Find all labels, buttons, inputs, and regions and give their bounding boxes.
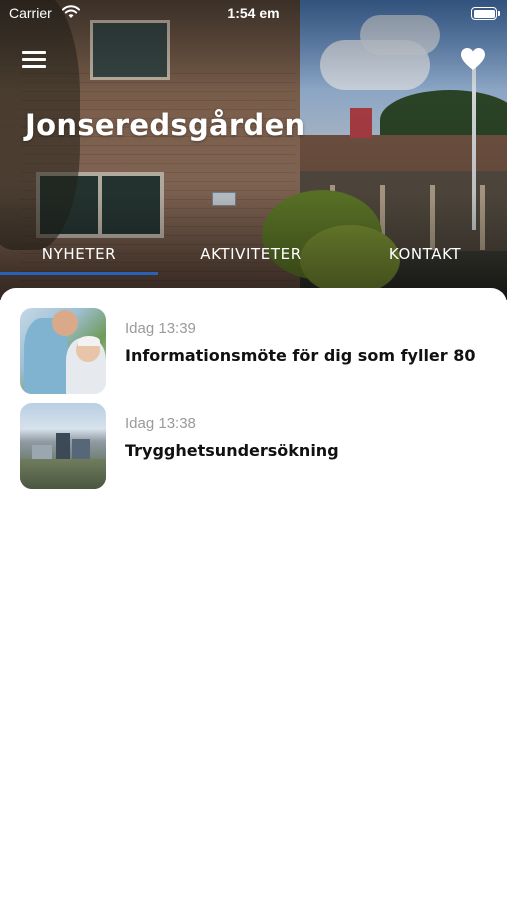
- news-item[interactable]: Idag 13:39 Informationsmöte för dig som …: [20, 308, 490, 396]
- building-shape: [56, 433, 70, 459]
- news-thumbnail: [20, 403, 106, 489]
- battery-icon: [471, 7, 500, 20]
- hamburger-menu-icon: [22, 65, 46, 68]
- news-thumbnail: [20, 308, 106, 394]
- building-shape: [72, 439, 90, 459]
- tab-aktiviteter[interactable]: AKTIVITETER: [172, 245, 330, 263]
- clock: 1:54 em: [227, 5, 280, 21]
- favorite-button[interactable]: [459, 46, 487, 72]
- news-title: Informationsmöte för dig som fyller 80: [125, 346, 476, 365]
- hamburger-menu-icon: [22, 51, 46, 54]
- tab-kontakt[interactable]: KONTAKT: [346, 245, 504, 263]
- page-title: Jonseredsgården: [25, 108, 306, 142]
- news-item[interactable]: Idag 13:38 Trygghetsundersökning: [20, 403, 490, 491]
- tab-nyheter[interactable]: NYHETER: [0, 245, 158, 263]
- news-date: Idag 13:38: [125, 415, 196, 432]
- news-list: Idag 13:39 Informationsmöte för dig som …: [0, 288, 507, 900]
- heart-icon: [461, 48, 485, 70]
- status-bar: Carrier 1:54 em: [0, 0, 507, 28]
- building-shape: [32, 445, 52, 459]
- ground: [20, 459, 106, 489]
- tab-bar: NYHETER AKTIVITETER KONTAKT: [0, 240, 507, 276]
- patient-hair: [78, 336, 100, 346]
- selected-tab-indicator: [0, 272, 158, 275]
- news-date: Idag 13:39: [125, 320, 196, 337]
- hamburger-menu-icon: [22, 58, 46, 61]
- nurse-head: [52, 310, 78, 336]
- news-title: Trygghetsundersökning: [125, 441, 339, 460]
- menu-button[interactable]: [22, 48, 48, 70]
